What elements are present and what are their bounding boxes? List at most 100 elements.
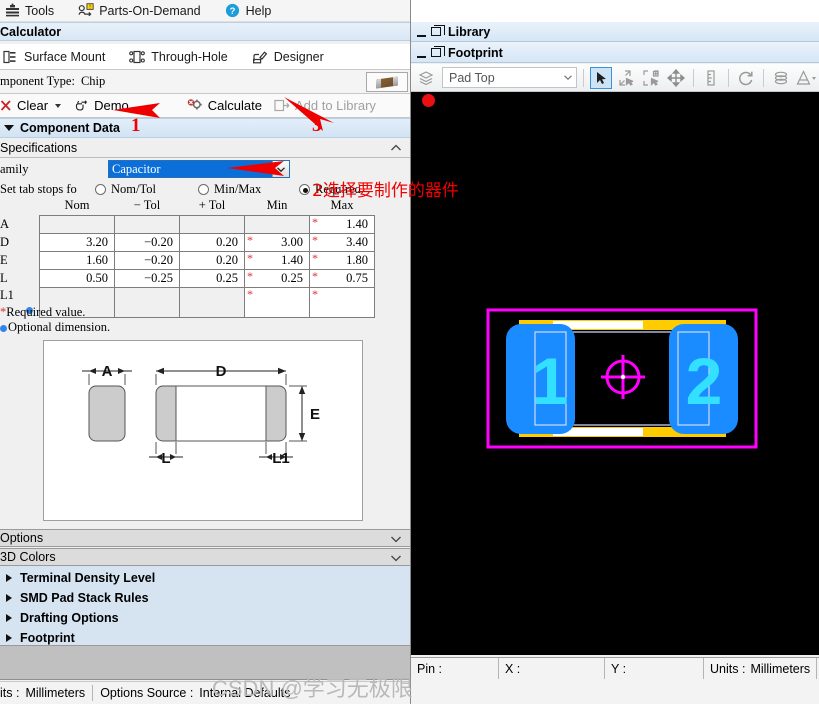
- footprint-canvas[interactable]: 1 2: [411, 92, 819, 655]
- chevron-down-icon[interactable]: [55, 103, 62, 108]
- mode-surface-mount-label: Surface Mount: [24, 49, 106, 64]
- cell-pos-tol[interactable]: [179, 215, 245, 234]
- library-dock-header[interactable]: Library: [411, 22, 819, 42]
- radio-required-button[interactable]: [299, 184, 310, 195]
- legend-optional-label: Optional dimension.: [8, 320, 111, 334]
- table-row[interactable]: A * 1.40: [0, 215, 375, 234]
- radio-nom-tol-button[interactable]: [95, 184, 106, 195]
- add-to-library-label: Add to Library: [294, 98, 376, 113]
- th-pos-tol: + Tol: [198, 198, 226, 212]
- refresh-icon[interactable]: [735, 67, 757, 89]
- minimize-icon[interactable]: [417, 34, 426, 37]
- chevron-up-icon[interactable]: [390, 142, 402, 154]
- component-data-section-header[interactable]: Component Data: [0, 118, 410, 138]
- table-row[interactable]: E 1.60 −0.20 0.20 * 1.40 * 1.80: [0, 251, 375, 270]
- tools-icon: [4, 3, 20, 19]
- tree-item-drafting-options[interactable]: Drafting Options: [0, 608, 410, 628]
- family-dropdown-arrow-icon[interactable]: [272, 161, 289, 177]
- mode-through-hole[interactable]: Through-Hole: [127, 45, 237, 69]
- cell-nom[interactable]: 1.60: [39, 251, 115, 270]
- cell-nom[interactable]: [39, 215, 115, 234]
- cell-min[interactable]: * 1.40: [244, 251, 310, 270]
- calculate-button[interactable]: Calculate: [187, 95, 262, 117]
- through-hole-icon: [129, 49, 146, 65]
- status-units-value: Millimeters: [750, 661, 811, 676]
- radio-min-max-button[interactable]: [198, 184, 209, 195]
- measure-icon[interactable]: [700, 67, 722, 89]
- toolbar-separator: [763, 68, 764, 87]
- right-status-bar-secondary: [411, 679, 819, 704]
- cell-neg-tol[interactable]: [114, 215, 180, 234]
- draw-tool-icon[interactable]: [795, 67, 817, 89]
- cell-pos-tol[interactable]: 0.25: [179, 269, 245, 288]
- th-nom: Nom: [64, 198, 90, 212]
- specifications-table: Nom − Tol + Tol Min Max A * 1.40 D 3.20 …: [0, 198, 410, 318]
- minimize-icon[interactable]: [417, 55, 426, 58]
- status-x: X :: [499, 657, 605, 680]
- colors-3d-section-header[interactable]: 3D Colors: [0, 548, 410, 566]
- float-window-icon[interactable]: [431, 24, 445, 36]
- cell-neg-tol[interactable]: −0.20: [114, 251, 180, 270]
- demo-button[interactable]: Demo: [73, 95, 129, 117]
- component-type-row: mponent Type: Chip: [0, 70, 410, 94]
- layer-colors-icon[interactable]: [770, 67, 792, 89]
- triangle-down-icon: [4, 125, 14, 131]
- float-window-icon[interactable]: [431, 45, 445, 57]
- menu-item-help[interactable]: ? Help: [223, 1, 280, 21]
- mode-designer[interactable]: Designer: [250, 45, 334, 69]
- cell-nom[interactable]: 3.20: [39, 233, 115, 252]
- cell-min[interactable]: [244, 215, 310, 234]
- footprint-toolbar: Pad Top: [411, 64, 819, 92]
- zoom-to-selection-icon[interactable]: [615, 67, 637, 89]
- radio-nom-tol[interactable]: Nom/Tol: [95, 182, 156, 197]
- footprint-dock-header[interactable]: Footprint: [411, 43, 819, 63]
- cell-max[interactable]: * 3.40: [309, 233, 375, 252]
- radio-min-max[interactable]: Min/Max: [198, 182, 261, 197]
- add-to-library-button[interactable]: Add to Library: [274, 95, 376, 117]
- cell-pos-tol[interactable]: 0.20: [179, 233, 245, 252]
- tree-item-footprint[interactable]: Footprint: [0, 628, 410, 648]
- optional-dot-icon: [0, 324, 7, 332]
- cell-neg-tol[interactable]: −0.20: [114, 233, 180, 252]
- clear-button[interactable]: Clear: [0, 95, 62, 117]
- pan-move-icon[interactable]: [665, 67, 687, 89]
- cell-pos-tol[interactable]: 0.20: [179, 251, 245, 270]
- th-min: Min: [266, 198, 288, 212]
- menu-item-parts-on-demand[interactable]: ! Parts-On-Demand: [76, 1, 208, 21]
- component-preview-thumbnail[interactable]: [366, 72, 408, 92]
- tree-item-smd-pad-stack-rules[interactable]: SMD Pad Stack Rules: [0, 588, 410, 608]
- specifications-section-header[interactable]: Specifications: [0, 138, 410, 158]
- cell-max-value: 1.40: [346, 217, 368, 231]
- chevron-down-icon[interactable]: [390, 552, 402, 564]
- cell-max[interactable]: * 1.80: [309, 251, 375, 270]
- cell-min[interactable]: * 3.00: [244, 233, 310, 252]
- menu-item-tools[interactable]: Tools: [2, 1, 62, 21]
- family-selected-value: Capacitor: [109, 161, 272, 177]
- menu-item-tools-label: Tools: [25, 3, 55, 18]
- cell-nom[interactable]: 0.50: [39, 269, 115, 288]
- mode-surface-mount[interactable]: Surface Mount: [0, 45, 115, 69]
- cell-max[interactable]: * 0.75: [309, 269, 375, 288]
- cell-neg-tol[interactable]: −0.25: [114, 269, 180, 288]
- layers-stack-icon[interactable]: [415, 67, 437, 89]
- chevron-down-icon[interactable]: [560, 75, 576, 80]
- options-section-header[interactable]: Options: [0, 529, 410, 547]
- footprint-graphic: 1 2: [486, 308, 758, 449]
- cell-min[interactable]: * 0.25: [244, 269, 310, 288]
- cell-max[interactable]: * 1.40: [309, 215, 375, 234]
- chevron-down-icon[interactable]: [390, 533, 402, 545]
- table-row[interactable]: L 0.50 −0.25 0.25 * 0.25 * 0.75: [0, 269, 375, 288]
- status-x-label: X :: [505, 661, 521, 676]
- footprint-dock-title: Footprint: [448, 45, 503, 60]
- layer-select[interactable]: Pad Top: [442, 67, 577, 88]
- demo-label: Demo: [94, 98, 129, 113]
- zoom-area-icon[interactable]: [640, 67, 662, 89]
- family-select[interactable]: Capacitor: [108, 160, 290, 178]
- calculator-header-label: Calculator: [0, 24, 62, 39]
- select-arrow-icon[interactable]: [590, 66, 612, 89]
- table-row[interactable]: D 3.20 −0.20 0.20 * 3.00 * 3.40: [0, 233, 375, 252]
- tree-item-terminal-density-level[interactable]: Terminal Density Level: [0, 568, 410, 588]
- specifications-header-label: Specifications: [0, 140, 78, 155]
- radio-nom-tol-label: Nom/Tol: [111, 182, 156, 196]
- calculator-section-header: Calculator: [0, 22, 410, 41]
